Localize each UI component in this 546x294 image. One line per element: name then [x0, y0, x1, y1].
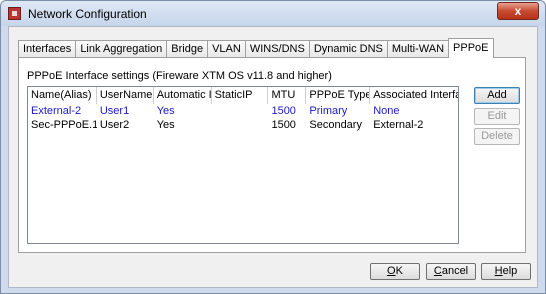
cell-username: User2 — [99, 119, 130, 131]
app-icon — [8, 7, 21, 20]
tab-bridge[interactable]: Bridge — [166, 40, 209, 58]
delete-button[interactable]: Delete — [474, 128, 520, 145]
network-configuration-window: Network Configuration x Interfaces Link A… — [0, 0, 546, 294]
dialog-body: Interfaces Link Aggregation Bridge VLAN WINS… — [8, 26, 538, 288]
column-header-associated-interface[interactable]: Associated Interface — [370, 87, 458, 104]
title-bar: Network Configuration x — [1, 1, 545, 26]
ok-button[interactable]: OK — [370, 263, 420, 280]
help-mnemonic: H — [494, 265, 503, 277]
tab-vlan[interactable]: VLAN — [207, 40, 246, 58]
table-row[interactable]: External-2 User1 Yes 1500 Primary None — [28, 104, 458, 118]
cancel-button[interactable]: Cancel — [426, 263, 476, 280]
cancel-mnemonic: C — [433, 265, 442, 277]
cell-associated-interface: External-2 — [373, 119, 424, 131]
cell-mtu: 1500 — [271, 105, 296, 117]
tab-link-aggregation[interactable]: Link Aggregation — [75, 40, 168, 58]
cancel-label-rest: ancel — [441, 265, 469, 277]
pppoe-settings-label: PPPoE Interface settings (Fireware XTM O… — [27, 70, 332, 82]
close-icon: x — [514, 4, 522, 18]
tab-dynamic-dns[interactable]: Dynamic DNS — [308, 40, 388, 58]
table-row[interactable]: Sec-PPPoE.1 User2 Yes 1500 Secondary Ext… — [28, 118, 458, 132]
column-header-pppoe-type[interactable]: PPPoE Type — [306, 87, 371, 104]
cell-name: External-2 — [31, 105, 82, 117]
tab-multi-wan[interactable]: Multi-WAN — [386, 40, 450, 58]
ok-mnemonic: O — [387, 265, 396, 277]
cell-automatic-ip: Yes — [156, 119, 175, 131]
tab-pppoe[interactable]: PPPoE — [448, 38, 494, 58]
table-header: Name(Alias) UserName Automatic IP Static… — [28, 87, 458, 104]
pppoe-interfaces-table: Name(Alias) UserName Automatic IP Static… — [27, 86, 459, 244]
cell-pppoe-type: Secondary — [309, 119, 362, 131]
column-header-automatic-ip[interactable]: Automatic IP — [153, 87, 212, 104]
help-button[interactable]: Help — [481, 263, 531, 280]
pppoe-tab-panel: PPPoE Interface settings (Fireware XTM O… — [18, 57, 526, 253]
add-button[interactable]: Add — [474, 87, 520, 104]
cell-name: Sec-PPPoE.1 — [31, 119, 97, 131]
close-button[interactable]: x — [497, 2, 539, 20]
window-title: Network Configuration — [28, 7, 147, 21]
cell-username: User1 — [99, 105, 130, 117]
ok-label-rest: K — [395, 265, 403, 277]
cell-pppoe-type: Primary — [309, 105, 348, 117]
column-header-mtu[interactable]: MTU — [268, 87, 307, 104]
cell-associated-interface: None — [373, 105, 400, 117]
cell-automatic-ip: Yes — [156, 105, 175, 117]
edit-button[interactable]: Edit — [474, 108, 520, 125]
tab-interfaces[interactable]: Interfaces — [18, 40, 77, 58]
tab-wins-dns[interactable]: WINS/DNS — [244, 40, 310, 58]
tab-strip: Interfaces Link Aggregation Bridge VLAN WINS… — [18, 38, 494, 58]
cell-mtu: 1500 — [271, 119, 296, 131]
cell-static-ip — [212, 104, 269, 118]
column-header-name-alias[interactable]: Name(Alias) — [28, 87, 97, 104]
column-header-username[interactable]: UserName — [96, 87, 154, 104]
cell-static-ip — [212, 118, 269, 132]
help-label-rest: elp — [502, 265, 518, 277]
column-header-static-ip[interactable]: StaticIP — [211, 87, 269, 104]
